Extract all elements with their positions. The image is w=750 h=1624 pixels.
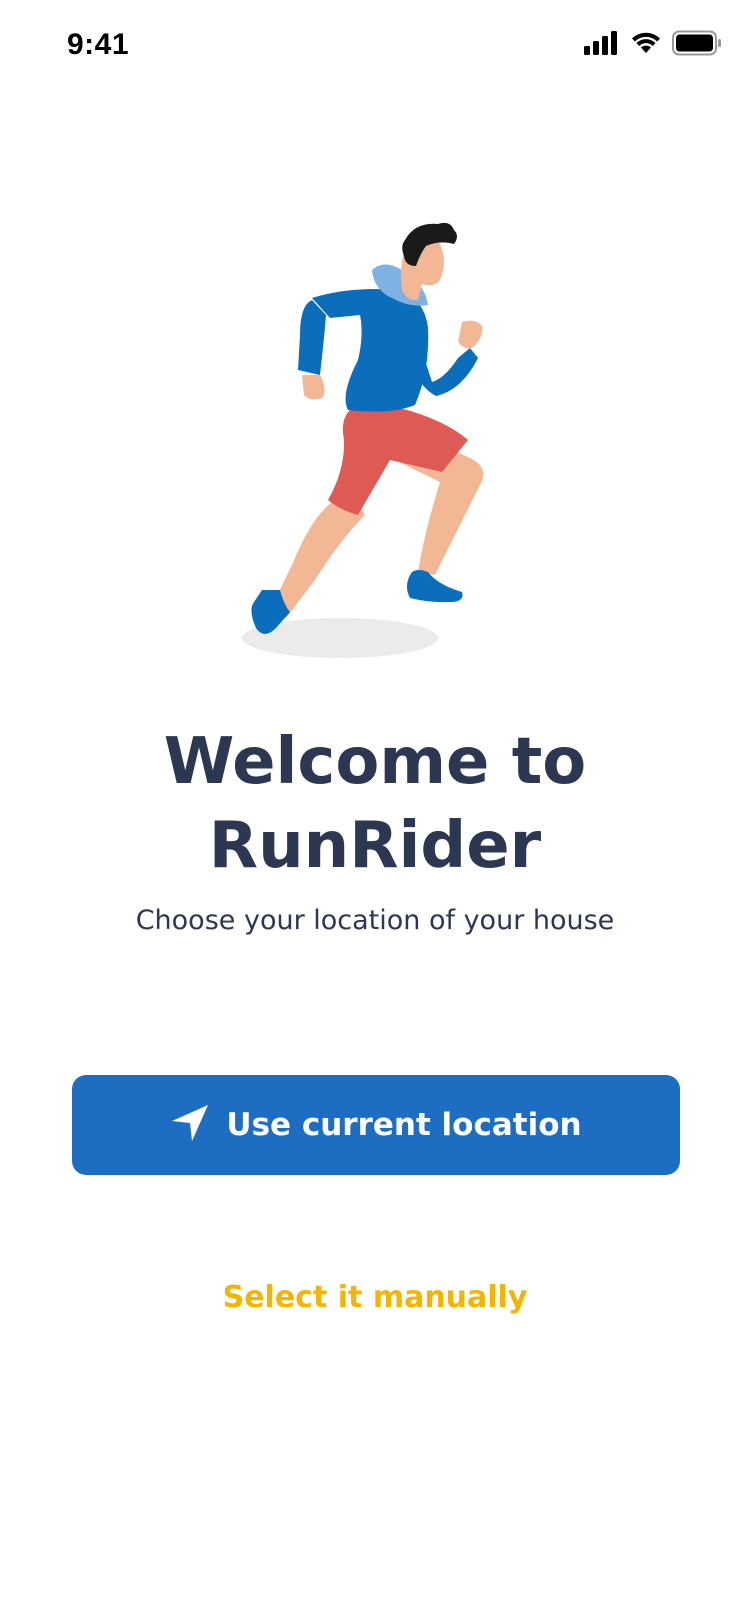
- welcome-title-line-1: Welcome to: [163, 725, 587, 799]
- runner-back-arm: [298, 300, 326, 375]
- use-current-location-label: Use current location: [226, 1107, 582, 1143]
- battery-icon: [672, 30, 722, 61]
- location-arrow-icon: [170, 1103, 210, 1148]
- wifi-icon: [630, 31, 662, 60]
- use-current-location-button[interactable]: Use current location: [72, 1075, 680, 1175]
- select-manually-link[interactable]: Select it manually: [0, 1280, 750, 1315]
- runner-illustration: [240, 210, 510, 670]
- welcome-title: Welcome to RunRider: [0, 720, 750, 888]
- welcome-subtitle: Choose your location of your house: [135, 905, 615, 936]
- cellular-signal-icon: [584, 30, 620, 60]
- welcome-title-line-2: RunRider: [208, 809, 542, 883]
- status-time: 9:41: [67, 28, 130, 61]
- runner-front-hand: [458, 320, 483, 349]
- status-icons: [584, 30, 722, 60]
- runner-back-hand: [302, 375, 325, 400]
- status-bar: 9:41: [0, 0, 750, 94]
